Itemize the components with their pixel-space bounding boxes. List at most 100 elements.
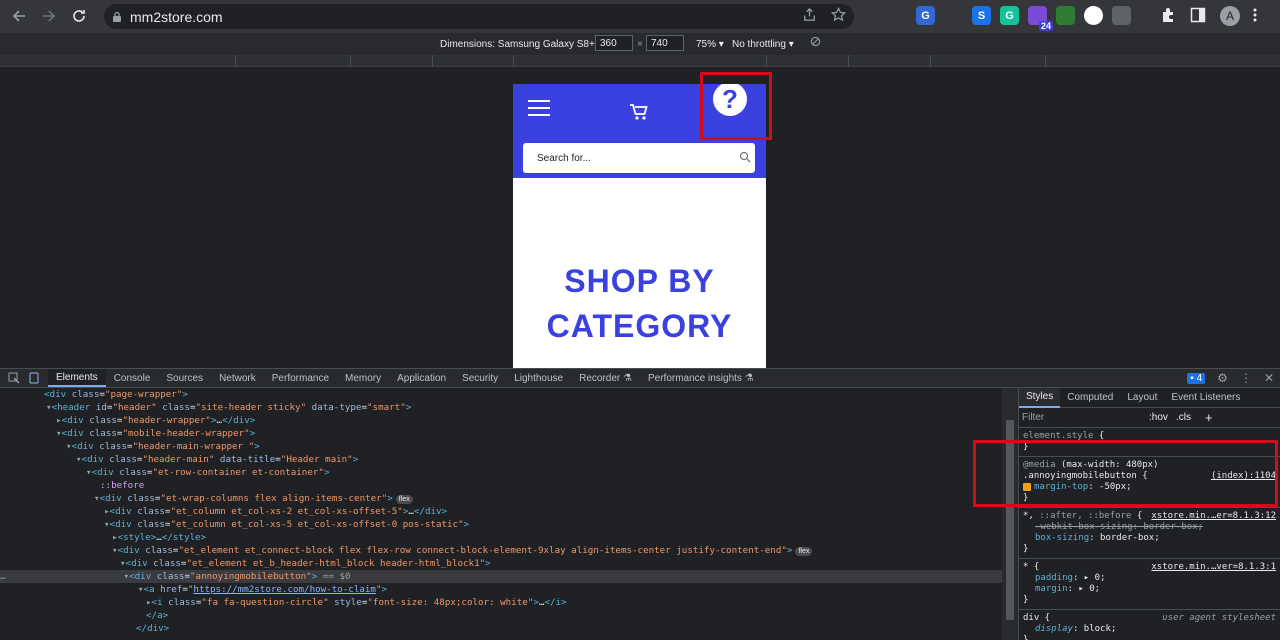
devtools-tab-sources[interactable]: Sources bbox=[158, 369, 211, 387]
address-bar[interactable]: mm2store.com bbox=[104, 4, 854, 29]
throttling-select[interactable]: No throttling ▾ bbox=[732, 39, 794, 50]
extension-badge: 24 bbox=[1038, 21, 1053, 31]
arrow-left-icon bbox=[12, 10, 25, 22]
device-dimensions-select[interactable]: Dimensions: Samsung Galaxy S8+ ▾ bbox=[440, 39, 603, 50]
hov-toggle[interactable]: :hov bbox=[1149, 412, 1168, 423]
devtools-tab-performance-insights[interactable]: Performance insights ⚗ bbox=[640, 369, 762, 387]
shop-by-category-heading: SHOP BY CATEGORY bbox=[513, 259, 766, 349]
screen-extension-icon[interactable] bbox=[1112, 6, 1131, 25]
dom-node[interactable]: ▸<style>…</style> bbox=[0, 531, 1002, 544]
rule-source-link[interactable]: xstore.min.…er=8.1.3:12 bbox=[1151, 511, 1276, 522]
dom-node[interactable]: ▸<i class="fa fa-question-circle" style=… bbox=[0, 596, 1002, 609]
devtools-tab-network[interactable]: Network bbox=[211, 369, 264, 387]
dom-node[interactable]: ▾<div class="header-main-wrapper "> bbox=[0, 440, 1002, 453]
dom-node[interactable]: ▾<div class="et_element et_b_header-html… bbox=[0, 557, 1002, 570]
dom-node[interactable]: ▾<div class="header-main" data-title="He… bbox=[0, 453, 1002, 466]
throttling-label: No throttling bbox=[732, 38, 786, 50]
device-toolbar: Dimensions: Samsung Galaxy S8+ ▾ 360 × 7… bbox=[0, 33, 1280, 55]
dom-node[interactable]: <div class="page-wrapper"> bbox=[0, 388, 1002, 401]
camera-icon[interactable] bbox=[944, 6, 963, 25]
dimension-times: × bbox=[637, 38, 643, 50]
heading-line-2: CATEGORY bbox=[546, 308, 733, 344]
hamburger-menu-icon[interactable] bbox=[528, 100, 550, 121]
zoom-label: 75% bbox=[696, 38, 717, 50]
hexagon-extension-icon[interactable]: 24 bbox=[1028, 6, 1053, 31]
s-extension-icon[interactable]: S bbox=[972, 6, 991, 25]
highlight-box-help-icon bbox=[700, 72, 772, 140]
device-viewport: ? Search for... SHOP BY CATEGORY bbox=[0, 67, 1280, 368]
translate-icon[interactable]: G bbox=[916, 6, 935, 25]
devtools-tab-memory[interactable]: Memory bbox=[337, 369, 389, 387]
extension-icons: G S G 24 bbox=[860, 6, 1131, 31]
styles-filter-row: Filter :hov .cls + bbox=[1019, 408, 1280, 428]
devtools-tab-console[interactable]: Console bbox=[106, 369, 159, 387]
device-toggle-icon[interactable] bbox=[28, 372, 40, 384]
share-icon[interactable] bbox=[802, 7, 817, 22]
add-rule-icon[interactable]: + bbox=[1205, 411, 1213, 424]
dom-node[interactable]: ▾<div class="et-wrap-columns flex align-… bbox=[0, 492, 1002, 505]
inspect-element-icon[interactable] bbox=[8, 372, 20, 384]
circle-s-extension-icon[interactable] bbox=[1084, 6, 1103, 25]
styles-tab-styles[interactable]: Styles bbox=[1019, 388, 1061, 408]
recycle-icon[interactable] bbox=[860, 6, 879, 25]
devtools-tab-security[interactable]: Security bbox=[454, 369, 506, 387]
cls-toggle[interactable]: .cls bbox=[1176, 412, 1191, 423]
rule-source-link[interactable]: xstore.min.…ver=8.1.3:1 bbox=[1151, 562, 1276, 573]
dom-node-selected[interactable]: … ▾<div class="annoyingmobilebutton"> == … bbox=[0, 570, 1002, 583]
kebab-menu-icon[interactable] bbox=[1252, 7, 1258, 28]
devtools-tabs: Elements Console Sources Network Performance… bbox=[48, 369, 762, 387]
elements-scrollbar[interactable] bbox=[1002, 388, 1018, 640]
dom-node[interactable]: ::before bbox=[0, 479, 1002, 492]
extension-label: G bbox=[1005, 9, 1014, 22]
devtools-tab-recorder[interactable]: Recorder ⚗ bbox=[571, 369, 640, 387]
styles-tab-computed[interactable]: Computed bbox=[1060, 388, 1120, 408]
devtools-tab-application[interactable]: Application bbox=[389, 369, 454, 387]
dom-node[interactable]: ▾<header id="header" class="site-header … bbox=[0, 401, 1002, 414]
dom-node[interactable]: ▾<a href="https://mm2store.com/how-to-cl… bbox=[0, 583, 1002, 596]
styles-tab-event-listeners[interactable]: Event Listeners bbox=[1164, 388, 1247, 408]
browser-toolbar: mm2store.com G S G 24 A bbox=[0, 0, 1280, 33]
settings-gear-icon[interactable]: ⚙ bbox=[1217, 371, 1228, 385]
dom-node[interactable]: ▾<div class="mobile-header-wrapper"> bbox=[0, 427, 1002, 440]
issues-badge[interactable]: ▪ 4 bbox=[1187, 372, 1206, 384]
devtools-menu-icon[interactable]: ⋮ bbox=[1240, 371, 1252, 385]
bookmark-star-icon[interactable] bbox=[831, 7, 846, 22]
box-sizing-rule[interactable]: *, ::after, ::before {xstore.min.…er=8.1… bbox=[1019, 508, 1280, 559]
styles-filter-input[interactable]: Filter bbox=[1022, 412, 1044, 423]
puzzle-icon[interactable] bbox=[1160, 6, 1178, 29]
sidepanel-icon[interactable] bbox=[1190, 7, 1206, 28]
devtools-tab-elements[interactable]: Elements bbox=[48, 369, 106, 387]
styles-tab-layout[interactable]: Layout bbox=[1120, 388, 1164, 408]
dom-node[interactable]: ▾<div class="et-row-container et-contain… bbox=[0, 466, 1002, 479]
grammarly-icon[interactable]: G bbox=[1000, 6, 1019, 25]
search-input[interactable]: Search for... bbox=[523, 143, 755, 173]
dom-node[interactable]: </a> bbox=[0, 609, 1002, 622]
search-icon[interactable] bbox=[739, 151, 751, 163]
profile-avatar[interactable]: A bbox=[1220, 6, 1240, 26]
rotate-icon[interactable] bbox=[810, 36, 821, 50]
cart-icon[interactable] bbox=[629, 103, 649, 126]
zoom-select[interactable]: 75% ▾ bbox=[696, 39, 724, 50]
extension-label: G bbox=[921, 9, 930, 22]
close-devtools-icon[interactable]: ✕ bbox=[1264, 371, 1274, 385]
devtools-tab-lighthouse[interactable]: Lighthouse bbox=[506, 369, 571, 387]
width-input[interactable]: 360 bbox=[595, 35, 633, 51]
lock-icon bbox=[104, 11, 130, 23]
dom-node[interactable]: ▾<div class="et_element et_connect-block… bbox=[0, 544, 1002, 557]
dom-node[interactable]: ▸<div class="et_column et_col-xs-2 et_co… bbox=[0, 505, 1002, 518]
devtools-tab-performance[interactable]: Performance bbox=[264, 369, 337, 387]
height-input[interactable]: 740 bbox=[646, 35, 684, 51]
globe-icon[interactable] bbox=[888, 6, 907, 25]
forward-button[interactable] bbox=[34, 1, 64, 31]
dom-node[interactable]: </div> bbox=[0, 622, 1002, 635]
back-button[interactable] bbox=[4, 1, 34, 31]
media-query-ruler[interactable] bbox=[0, 55, 1280, 67]
issues-count: 4 bbox=[1196, 372, 1203, 384]
reload-button[interactable] bbox=[64, 1, 94, 31]
dom-node[interactable]: ▸<div class="header-wrapper">…</div> bbox=[0, 414, 1002, 427]
wave-extension-icon[interactable] bbox=[1056, 6, 1075, 25]
dom-node[interactable]: ▾<div class="et_column et_col-xs-5 et_co… bbox=[0, 518, 1002, 531]
reset-rule[interactable]: * {xstore.min.…ver=8.1.3:1 padding: ▸ 0;… bbox=[1019, 559, 1280, 610]
user-agent-rule[interactable]: div {user agent stylesheet display: bloc… bbox=[1019, 610, 1280, 640]
url-text: mm2store.com bbox=[130, 8, 223, 25]
